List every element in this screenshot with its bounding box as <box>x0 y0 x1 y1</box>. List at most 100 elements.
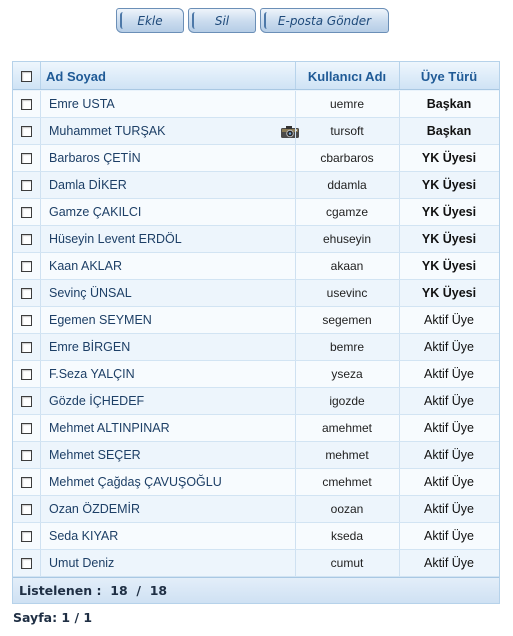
select-all-cell <box>13 62 40 90</box>
row-divider <box>399 91 400 117</box>
select-all-checkbox[interactable] <box>21 70 32 82</box>
member-name[interactable]: F.Seza YALÇIN <box>40 361 295 387</box>
row-checkbox[interactable] <box>21 260 32 272</box>
row-checkbox[interactable] <box>21 476 32 488</box>
send-email-button[interactable]: E-posta Gönder <box>260 8 389 33</box>
member-name[interactable]: Hüseyin Levent ERDÖL <box>40 226 295 252</box>
row-checkbox[interactable] <box>21 233 32 245</box>
header-divider <box>40 62 41 89</box>
row-checkbox[interactable] <box>21 395 32 407</box>
table-row[interactable]: Ozan ÖZDEMİR oozan Aktif Üye <box>13 496 499 523</box>
row-select-cell <box>13 442 40 468</box>
member-type: Aktif Üye <box>423 529 474 543</box>
row-select-cell <box>13 415 40 441</box>
row-select-cell <box>13 226 40 252</box>
row-checkbox[interactable] <box>21 98 32 110</box>
member-name[interactable]: Umut Deniz <box>40 550 295 576</box>
member-name[interactable]: Mehmet Çağdaş ÇAVUŞOĞLU <box>40 469 295 495</box>
table-row[interactable]: Gamze ÇAKILCI cgamze YK Üyesi <box>13 199 499 226</box>
row-checkbox[interactable] <box>21 287 32 299</box>
table-row[interactable]: Mehmet Çağdaş ÇAVUŞOĞLU cmehmet Aktif Üy… <box>13 469 499 496</box>
row-checkbox[interactable] <box>21 314 32 326</box>
member-username: bemre <box>329 340 364 354</box>
member-type: YK Üyesi <box>421 178 477 192</box>
table-row[interactable]: Damla DİKER ddamla YK Üyesi <box>13 172 499 199</box>
row-checkbox[interactable] <box>21 530 32 542</box>
member-type: Başkan <box>426 97 472 111</box>
row-divider <box>399 523 400 549</box>
row-checkbox[interactable] <box>21 125 32 137</box>
row-divider <box>40 199 41 225</box>
table-row[interactable]: Sevinç ÜNSAL usevinc YK Üyesi <box>13 280 499 307</box>
member-type: YK Üyesi <box>421 286 477 300</box>
member-name[interactable]: Gamze ÇAKILCI <box>40 199 295 225</box>
table-row[interactable]: Hüseyin Levent ERDÖL ehuseyin YK Üyesi <box>13 226 499 253</box>
row-divider <box>399 388 400 414</box>
row-divider <box>399 442 400 468</box>
member-name[interactable]: Sevinç ÜNSAL <box>40 280 295 306</box>
table-row[interactable]: Umut Deniz cumut Aktif Üye <box>13 550 499 577</box>
table-row[interactable]: Emre BİRGEN bemre Aktif Üye <box>13 334 499 361</box>
table-row[interactable]: Egemen SEYMEN segemen Aktif Üye <box>13 307 499 334</box>
row-checkbox[interactable] <box>21 341 32 353</box>
toolbar: Ekle Sil E-posta Gönder <box>0 8 513 34</box>
table-row[interactable]: Seda KIYAR kseda Aktif Üye <box>13 523 499 550</box>
member-username: amehmet <box>321 421 373 435</box>
row-select-cell <box>13 361 40 387</box>
row-checkbox[interactable] <box>21 206 32 218</box>
table-row[interactable]: Emre USTA uemre Başkan <box>13 91 499 118</box>
member-type: YK Üyesi <box>421 205 477 219</box>
delete-button[interactable]: Sil <box>188 8 256 33</box>
row-divider <box>295 496 296 522</box>
table-row[interactable]: Gözde İÇHEDEF igozde Aktif Üye <box>13 388 499 415</box>
row-select-cell <box>13 199 40 225</box>
member-name[interactable]: Emre USTA <box>40 91 295 117</box>
row-divider <box>40 415 41 441</box>
row-divider <box>40 226 41 252</box>
member-username: cumut <box>330 556 364 570</box>
table-row[interactable]: Mehmet SEÇER mehmet Aktif Üye <box>13 442 499 469</box>
row-select-cell <box>13 253 40 279</box>
member-name[interactable]: Ozan ÖZDEMİR <box>40 496 295 522</box>
member-type: Aktif Üye <box>423 421 474 435</box>
member-name[interactable]: Kaan AKLAR <box>40 253 295 279</box>
row-divider <box>295 145 296 171</box>
row-checkbox[interactable] <box>21 449 32 461</box>
row-checkbox[interactable] <box>21 179 32 191</box>
row-divider <box>295 550 296 576</box>
member-name[interactable]: Seda KIYAR <box>40 523 295 549</box>
member-name[interactable]: Mehmet SEÇER <box>40 442 295 468</box>
member-name[interactable]: Egemen SEYMEN <box>40 307 295 333</box>
member-name[interactable]: Damla DİKER <box>40 172 295 198</box>
member-type: Aktif Üye <box>423 394 474 408</box>
add-button[interactable]: Ekle <box>116 8 184 33</box>
row-checkbox[interactable] <box>21 152 32 164</box>
row-divider <box>295 523 296 549</box>
member-type: YK Üyesi <box>421 259 477 273</box>
column-header-username[interactable]: Kullanıcı Adı <box>295 62 399 90</box>
table-row[interactable]: Mehmet ALTINPINAR amehmet Aktif Üye <box>13 415 499 442</box>
row-checkbox[interactable] <box>21 503 32 515</box>
row-divider <box>295 91 296 117</box>
column-header-type[interactable]: Üye Türü <box>399 62 499 90</box>
table-row[interactable]: Muhammet TURŞAK tursoft Başkan <box>13 118 499 145</box>
member-type: Aktif Üye <box>423 367 474 381</box>
row-checkbox[interactable] <box>21 368 32 380</box>
member-name[interactable]: Barbaros ÇETİN <box>40 145 295 171</box>
table-row[interactable]: Barbaros ÇETİN cbarbaros YK Üyesi <box>13 145 499 172</box>
row-checkbox[interactable] <box>21 557 32 569</box>
table-row[interactable]: F.Seza YALÇIN yseza Aktif Üye <box>13 361 499 388</box>
row-divider <box>40 280 41 306</box>
member-name[interactable]: Emre BİRGEN <box>40 334 295 360</box>
row-checkbox[interactable] <box>21 422 32 434</box>
row-divider <box>295 118 296 144</box>
table-row[interactable]: Kaan AKLAR akaan YK Üyesi <box>13 253 499 280</box>
row-select-cell <box>13 172 40 198</box>
member-name[interactable]: Mehmet ALTINPINAR <box>40 415 295 441</box>
member-username: segemen <box>322 313 372 327</box>
member-name[interactable]: Muhammet TURŞAK <box>40 118 295 144</box>
member-name[interactable]: Gözde İÇHEDEF <box>40 388 295 414</box>
listed-label: Listelenen : <box>19 583 102 598</box>
add-button-label: Ekle <box>137 13 163 28</box>
column-header-name[interactable]: Ad Soyad <box>40 62 295 90</box>
